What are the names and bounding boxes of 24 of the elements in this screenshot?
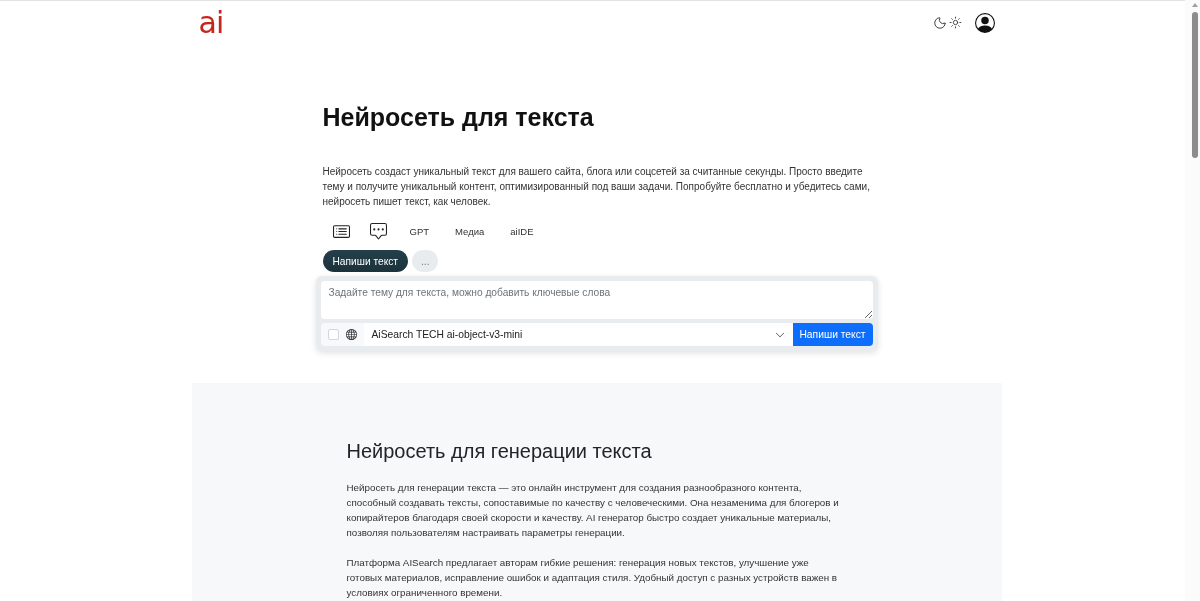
chat-icon <box>369 222 387 240</box>
list-icon <box>332 222 350 240</box>
scrollbar[interactable] <box>1185 0 1200 601</box>
checkbox[interactable] <box>327 329 339 340</box>
mode-chip[interactable]: ... <box>412 250 439 272</box>
scrollbar-thumb[interactable] <box>1192 12 1198 158</box>
prompt-field[interactable]: Задайте тему для текста, можно добавить ключевые слова <box>320 281 873 319</box>
tab[interactable]: Медиа <box>442 221 498 241</box>
submit-button[interactable]: Напиши текст <box>792 323 873 346</box>
section-heading: Нейросеть для генерации текста <box>346 439 652 464</box>
article-paragraph: Нейросеть для генерации текста — это онлайн инструмент для создания разнообразного контента, способный создавать тексты, сопоставимые по качеству с человеческими. Она незаменима для блогеров и копирайтеров благодаря своей скорости и качеству. AI генератор быстро создает уникальные материалы, позволяя пользователям настраивать параметры генерации. <box>346 481 840 540</box>
moon-icon[interactable] <box>932 15 947 30</box>
description: Нейросеть создаст уникальный текст для вашего сайта, блога или соцсетей за считанные секунды. Просто введите тему и получите уникальный контент, оптимизированный под ваши задачи. Попробуйте бесплатно и убедитесь сами, нейросеть пишет текст, как человек. <box>322 165 871 209</box>
sun-icon[interactable] <box>948 16 962 29</box>
profile-button[interactable] <box>974 12 995 33</box>
page-title: Нейросеть для текста <box>322 102 595 133</box>
tab[interactable]: GPT <box>396 221 443 241</box>
mode-chip[interactable]: Напиши текст <box>322 250 408 272</box>
model-select[interactable]: AiSearch TECH ai-object-v3-mini <box>363 323 793 346</box>
article-paragraph: Платформа AISearch предлагает авторам гибкие решения: генерация новых текстов, улучшение уже готовых материалов, исправление ошибок и адаптация стиля. Удобный доступ с разных устройств важен в условиях ограниченного времени. <box>346 556 839 600</box>
tab[interactable]: aiIDE <box>497 221 547 241</box>
globe-icon[interactable] <box>345 329 357 340</box>
user-icon <box>974 12 995 33</box>
logo[interactable]: ai <box>198 7 224 38</box>
